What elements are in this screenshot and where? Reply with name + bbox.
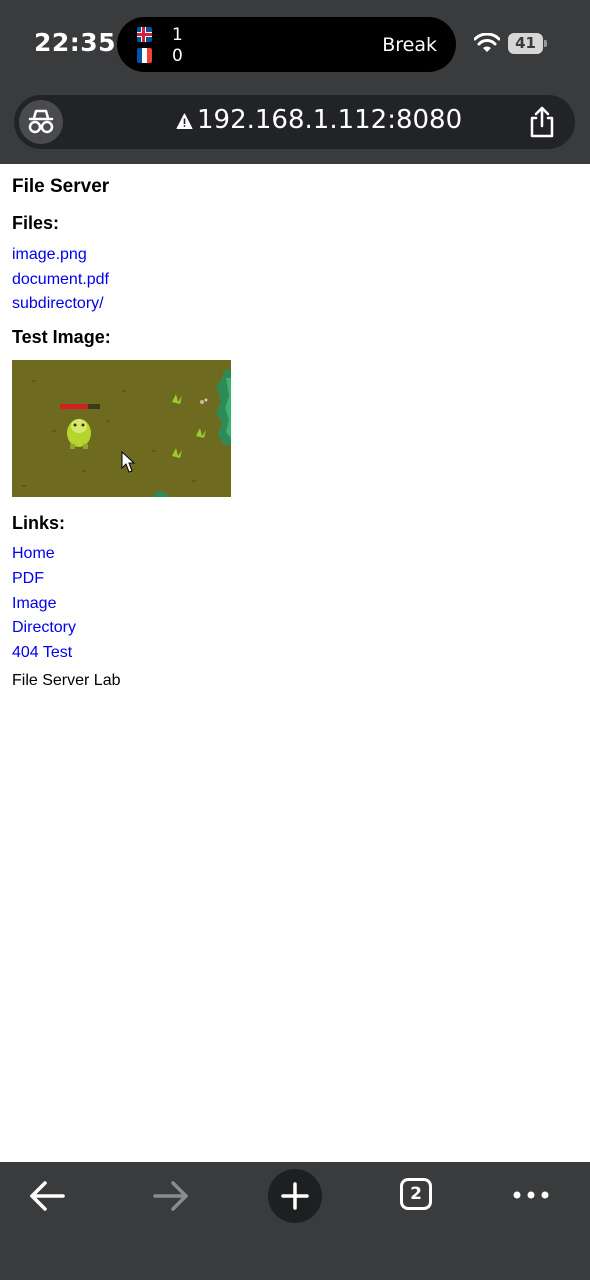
live-activity-score[interactable]: 1 0 Break (117, 17, 456, 72)
back-arrow-icon[interactable] (28, 1179, 66, 1213)
link-directory[interactable]: Directory (12, 619, 76, 637)
share-icon[interactable] (525, 105, 559, 139)
footer-text: File Server Lab (12, 672, 121, 689)
file-link-image[interactable]: image.png (12, 246, 87, 264)
browser-top-chrome: 22:35 1 0 Break 41 192.168.1.112:8080 (0, 0, 590, 164)
link-image[interactable]: Image (12, 595, 56, 613)
more-icon[interactable] (512, 1190, 550, 1200)
france-flag-icon (137, 48, 152, 63)
plus-icon (281, 1182, 309, 1210)
new-tab-button[interactable] (268, 1169, 322, 1223)
incognito-icon (28, 109, 54, 134)
page-title: File Server (12, 176, 110, 197)
tabs-icon[interactable]: 2 (400, 1178, 432, 1210)
link-pdf[interactable]: PDF (12, 570, 44, 588)
wifi-icon (474, 33, 500, 52)
team1-score: 1 (172, 25, 183, 45)
browser-bottom-toolbar: 2 (0, 1162, 590, 1280)
url-text[interactable]: 192.168.1.112:8080 (197, 105, 462, 135)
game-scene-image (12, 360, 231, 497)
address-bar[interactable]: 192.168.1.112:8080 (14, 95, 575, 149)
test-image-heading: Test Image: (12, 327, 111, 347)
iceland-flag-icon (137, 27, 152, 42)
team2-score: 0 (172, 46, 183, 66)
link-home[interactable]: Home (12, 545, 55, 563)
files-heading: Files: (12, 213, 60, 233)
status-time: 22:35 (34, 28, 117, 57)
file-link-document[interactable]: document.pdf (12, 271, 109, 289)
links-heading: Links: (12, 513, 66, 533)
warning-icon[interactable] (176, 113, 193, 130)
battery-nub (544, 40, 547, 47)
forward-arrow-icon[interactable] (152, 1179, 190, 1213)
incognito-button[interactable] (19, 100, 63, 144)
match-status: Break (382, 34, 437, 56)
link-404-test[interactable]: 404 Test (12, 644, 72, 662)
battery-icon: 41 (508, 33, 543, 54)
file-link-subdirectory[interactable]: subdirectory/ (12, 295, 104, 313)
test-image (12, 360, 231, 497)
